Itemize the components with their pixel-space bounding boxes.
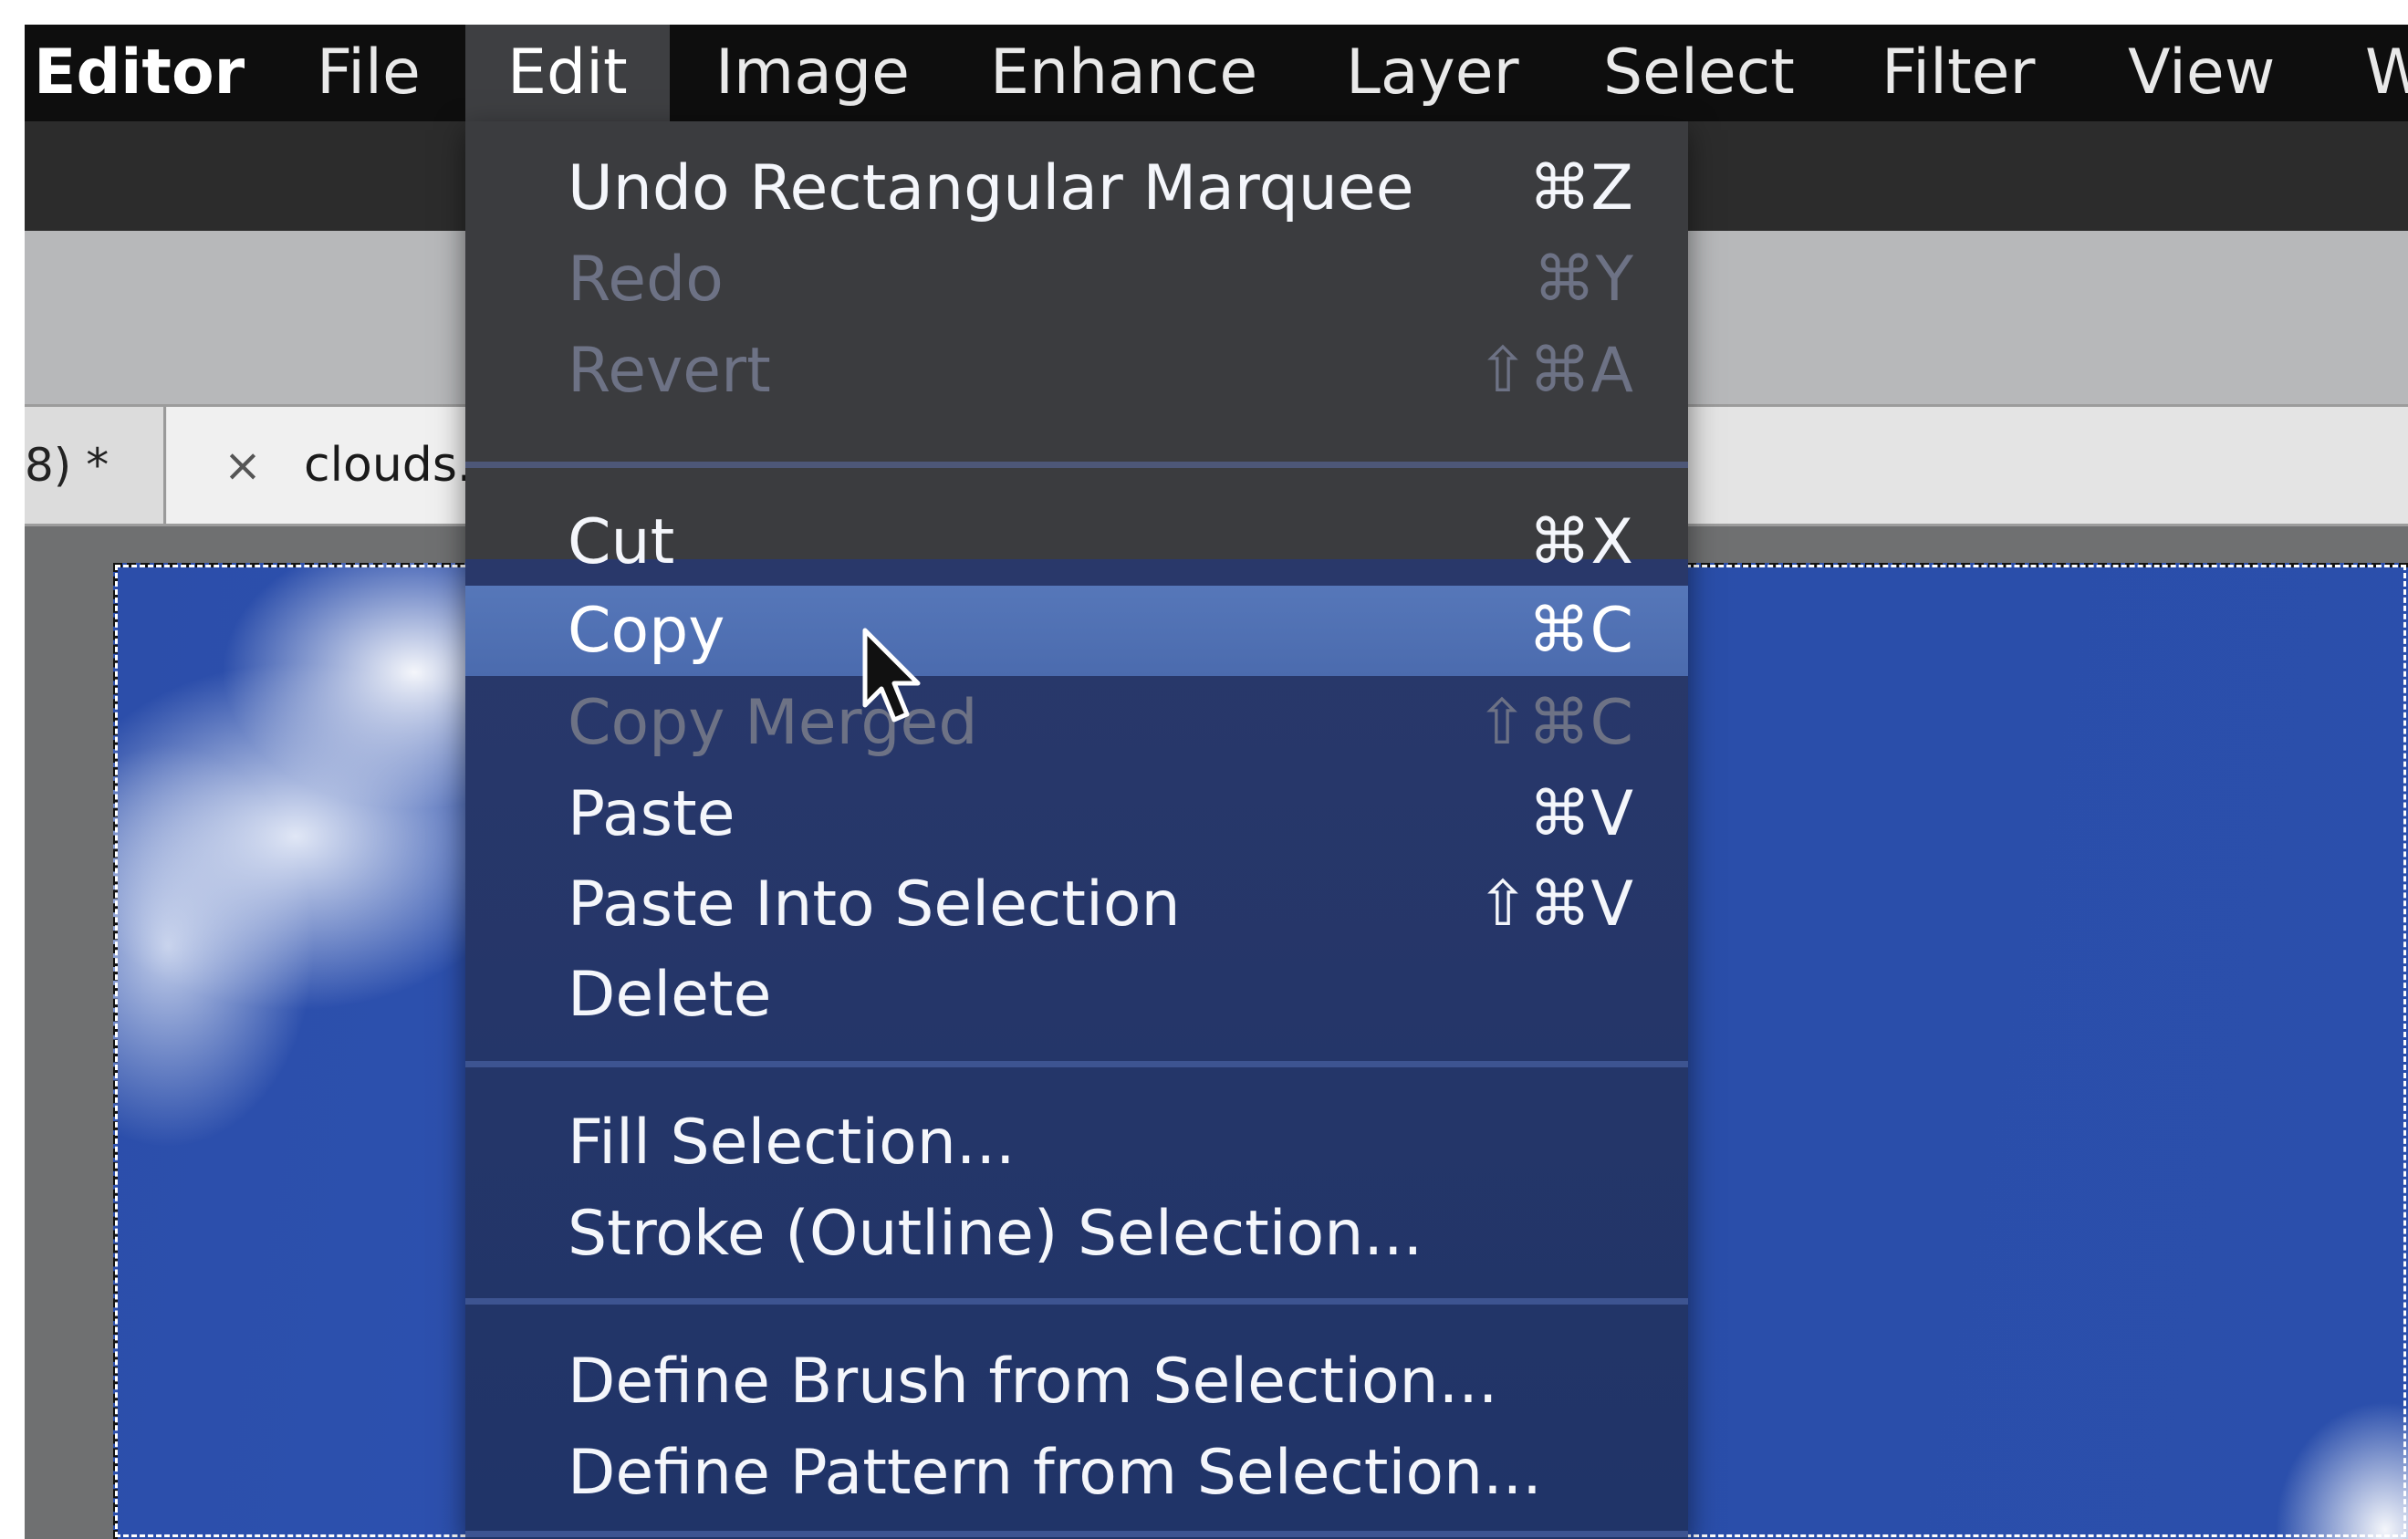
document-tab-previous[interactable]: 8) * (25, 407, 166, 524)
menu-item-shortcut: ⇧⌘A (1476, 335, 1634, 407)
menu-item-paste[interactable]: Paste ⌘V (465, 769, 1688, 859)
editor-window: Editor File Edit Image Enhance Layer Sel… (25, 25, 2408, 1539)
menu-layer[interactable]: Layer (1346, 25, 1519, 121)
menu-item-label: Define Brush from Selection... (568, 1346, 1498, 1418)
menu-separator (465, 1298, 1688, 1305)
menu-item-redo[interactable]: Redo ⌘Y (465, 234, 1688, 325)
document-tab-label: clouds. (304, 438, 473, 493)
menu-item-fill-selection[interactable]: Fill Selection... (465, 1097, 1688, 1188)
menu-item-label: Fill Selection... (568, 1107, 1016, 1179)
menu-filter[interactable]: Filter (1882, 25, 2035, 121)
menu-separator (465, 1531, 1688, 1537)
menu-item-shortcut: ⌘V (1528, 778, 1633, 850)
menu-item-shortcut: ⌘Z (1528, 152, 1633, 224)
menu-item-label: Define Pattern from Selection... (568, 1437, 1542, 1509)
menu-file[interactable]: File (317, 25, 421, 121)
menu-item-paste-into-selection[interactable]: Paste Into Selection ⇧⌘V (465, 859, 1688, 950)
menu-item-revert[interactable]: Revert ⇧⌘A (465, 326, 1688, 416)
menu-enhance[interactable]: Enhance (990, 25, 1257, 121)
menu-item-label: Paste Into Selection (568, 868, 1181, 941)
menu-item-label: Undo Rectangular Marquee (568, 152, 1414, 224)
menu-select[interactable]: Select (1603, 25, 1795, 121)
menu-separator (465, 1061, 1688, 1067)
menu-item-label: Delete (568, 959, 772, 1031)
menu-item-label: Revert (568, 335, 771, 407)
menu-app-editor[interactable]: Editor (34, 25, 245, 121)
menu-item-copy-merged[interactable]: Copy Merged ⇧⌘C (465, 678, 1688, 768)
menu-window[interactable]: W (2365, 25, 2408, 121)
menu-view[interactable]: View (2128, 25, 2275, 121)
menu-item-label: Copy (568, 595, 725, 667)
arrow-pointer-icon (862, 628, 921, 723)
menu-item-shortcut: ⌘X (1528, 506, 1633, 578)
menu-item-copy[interactable]: Copy ⌘C (465, 586, 1688, 676)
menu-item-define-pattern[interactable]: Define Pattern from Selection... (465, 1428, 1688, 1518)
edit-menu-dropdown: Undo Rectangular Marquee ⌘Z Redo ⌘Y Reve… (465, 121, 1688, 1539)
menu-image[interactable]: Image (715, 25, 910, 121)
menu-item-delete[interactable]: Delete (465, 950, 1688, 1040)
menu-item-label: Redo (568, 244, 724, 316)
menu-item-label: Paste (568, 778, 735, 850)
menu-item-cut[interactable]: Cut ⌘X (465, 497, 1688, 588)
menu-item-define-brush[interactable]: Define Brush from Selection... (465, 1336, 1688, 1427)
menu-item-shortcut: ⌘C (1527, 595, 1633, 667)
menu-item-undo[interactable]: Undo Rectangular Marquee ⌘Z (465, 143, 1688, 234)
menu-item-shortcut: ⇧⌘C (1475, 687, 1633, 759)
menu-item-shortcut: ⇧⌘V (1476, 868, 1634, 941)
menu-edit[interactable]: Edit (465, 25, 670, 121)
menu-bar: Editor File Edit Image Enhance Layer Sel… (25, 25, 2408, 121)
menu-item-label: Stroke (Outline) Selection... (568, 1198, 1423, 1270)
menu-item-label: Cut (568, 506, 675, 578)
close-icon[interactable]: × (224, 407, 262, 524)
menu-item-shortcut: ⌘Y (1533, 244, 1633, 316)
menu-item-stroke-selection[interactable]: Stroke (Outline) Selection... (465, 1189, 1688, 1279)
menu-separator (465, 462, 1688, 468)
